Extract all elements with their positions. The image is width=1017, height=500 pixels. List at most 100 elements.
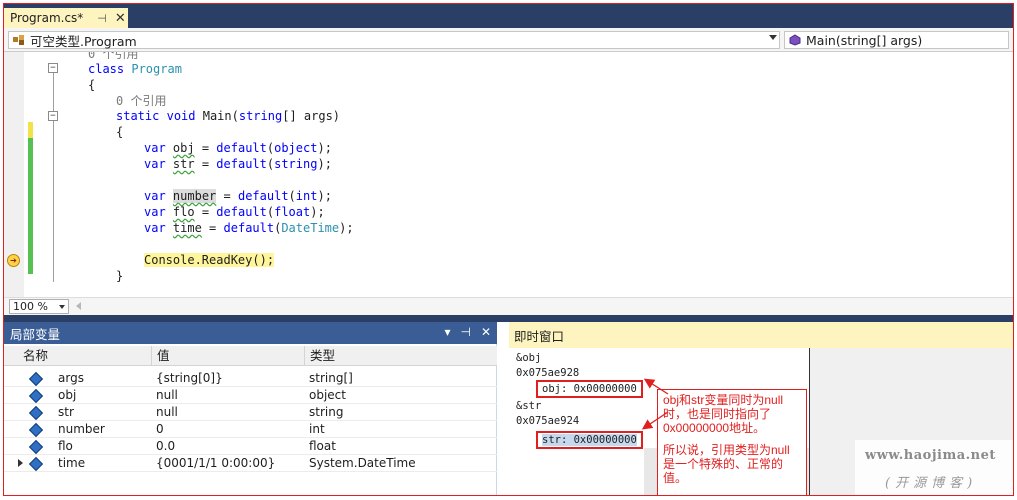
method-icon [787,33,803,47]
code-editor[interactable]: ➔ − − 0 个引用 class Program { 0 个引用 static… [4,52,1013,297]
variable-name: str [172,157,195,171]
close-icon[interactable]: ✕ [115,11,126,26]
variable-name: obj [172,141,195,155]
variable-value[interactable]: null [156,404,178,421]
field-icon [30,373,41,384]
scroll-left-icon[interactable] [76,302,81,310]
code-line-brace: } [116,269,124,283]
keyword: var [144,157,166,171]
variable-name: flo [58,439,73,453]
method-name: Main( [195,109,239,123]
dropdown-icon[interactable]: ▾ [444,325,450,339]
variable-value[interactable]: null [156,387,178,404]
code-line-main: static void Main(string[] args) [116,108,340,124]
outline-guide [53,70,54,282]
pin-icon[interactable]: ⊣ [97,12,107,25]
code-line-brace: { [88,78,96,92]
variable-value[interactable]: 0.0 [156,438,175,455]
editor-status-bar: 100 % [4,297,1013,315]
zoom-level: 100 % [13,300,48,313]
tab-program-cs[interactable]: Program.cs* ⊣ ✕ [4,8,128,28]
collapse-class-icon[interactable]: − [48,63,58,73]
expand-arrow-icon[interactable] [18,459,23,467]
variable-type: System.DateTime [309,456,416,470]
variable-value[interactable]: 0 [156,421,164,438]
note-paragraph: obj和str变量同时为null时，也是同时指向了0x00000000地址。 [663,393,784,435]
code-line-brace: { [116,125,124,139]
table-row[interactable]: flo 0.0 float [4,438,497,455]
variable-name: number [58,422,105,436]
locals-grid-header: 名称 值 类型 [4,346,497,366]
current-statement-arrow-icon: ➔ [7,254,20,267]
navigation-bar: 可空类型.Program Main(string[] args) [4,28,1013,52]
keyword: default [237,189,289,203]
keyword: var [144,189,166,203]
keyword: class [88,62,125,76]
unsaved-change-bar [28,122,33,138]
column-header-value[interactable]: 值 [152,346,305,366]
variable-value[interactable]: {string[0]} [156,370,223,387]
member-name: Main(string[] args) [806,32,923,48]
member-dropdown[interactable]: Main(string[] args) [784,31,1009,49]
watermark-site: www.haojima.net [865,448,996,463]
code-line-var: var number = default(int); [144,189,332,203]
variable-type: float [309,439,336,453]
chevron-down-icon[interactable] [769,35,777,40]
keyword: default [216,157,267,171]
table-row[interactable]: time {0001/1/1 0:00:00} System.DateTime [4,455,497,472]
zoom-dropdown[interactable]: 100 % [9,299,69,314]
table-row[interactable]: obj null object [4,387,497,404]
pin-icon[interactable]: ⊣ [460,325,470,339]
field-icon [30,390,41,401]
panel-title: 即时窗口 [514,328,565,344]
variable-name: time [58,456,86,470]
note-paragraph: 所以说，引用类型为null是一个特殊的、正常的值。 [663,443,790,485]
table-row[interactable]: args {string[0]} string[] [4,370,497,387]
tab-title: Program.cs* [10,11,84,25]
chevron-down-icon [59,305,65,309]
class-name: Program [131,62,182,76]
current-statement: Console.ReadKey(); [144,253,275,267]
keyword: var [144,141,166,155]
immediate-line: &str [516,400,542,412]
immediate-title-bar: 即时窗口 [509,322,1013,348]
field-icon [30,458,41,469]
field-icon [30,407,41,418]
result-text: str: 0x00000000 [542,434,637,446]
reference-count[interactable]: 0 个引用 [116,93,166,109]
type-name: DateTime [281,221,340,235]
class-icon [11,33,27,47]
type-name: string [274,157,318,171]
column-header-name[interactable]: 名称 [18,346,152,366]
keyword: var [144,205,166,219]
code-line-var: var flo = default(float); [144,205,325,219]
close-icon[interactable]: ✕ [481,325,491,339]
code-line-console: Console.ReadKey(); [144,252,275,268]
locals-panel: 局部变量 ▾ ⊣ ✕ 名称 值 类型 args {string[0]} stri… [4,322,497,495]
screenshot-frame: Program.cs* ⊣ ✕ 可空类型.Program Main(string… [3,3,1014,496]
table-row[interactable]: str null string [4,404,497,421]
variable-name: number [172,189,217,203]
panel-title: 局部变量 [10,326,61,342]
type-name: int [295,189,318,203]
locals-title-bar: 局部变量 ▾ ⊣ ✕ [4,322,497,344]
result-text: obj: 0x00000000 [542,383,637,395]
immediate-line: 0x075ae928 [516,367,580,379]
immediate-line: &obj [516,352,542,364]
column-header-type[interactable]: 类型 [305,346,497,366]
watermark-tagline: (开源博客) [885,476,978,491]
table-row[interactable]: number 0 int [4,421,497,438]
keyword: default [223,221,275,235]
panel-controls: ▾ ⊣ ✕ [444,325,491,339]
field-icon [30,441,41,452]
keyword: string [238,109,283,123]
class-dropdown[interactable]: 可空类型.Program [8,31,780,49]
panel-splitter[interactable] [4,315,1013,322]
variable-value[interactable]: {0001/1/1 0:00:00} [156,455,275,472]
editor-tab-strip: Program.cs* ⊣ ✕ [4,4,1013,28]
collapse-method-icon[interactable]: − [48,111,58,121]
variable-type: object [309,388,346,402]
class-path: 可空类型.Program [30,33,137,49]
type-name: object [274,141,318,155]
parameters: [] args) [282,109,341,123]
